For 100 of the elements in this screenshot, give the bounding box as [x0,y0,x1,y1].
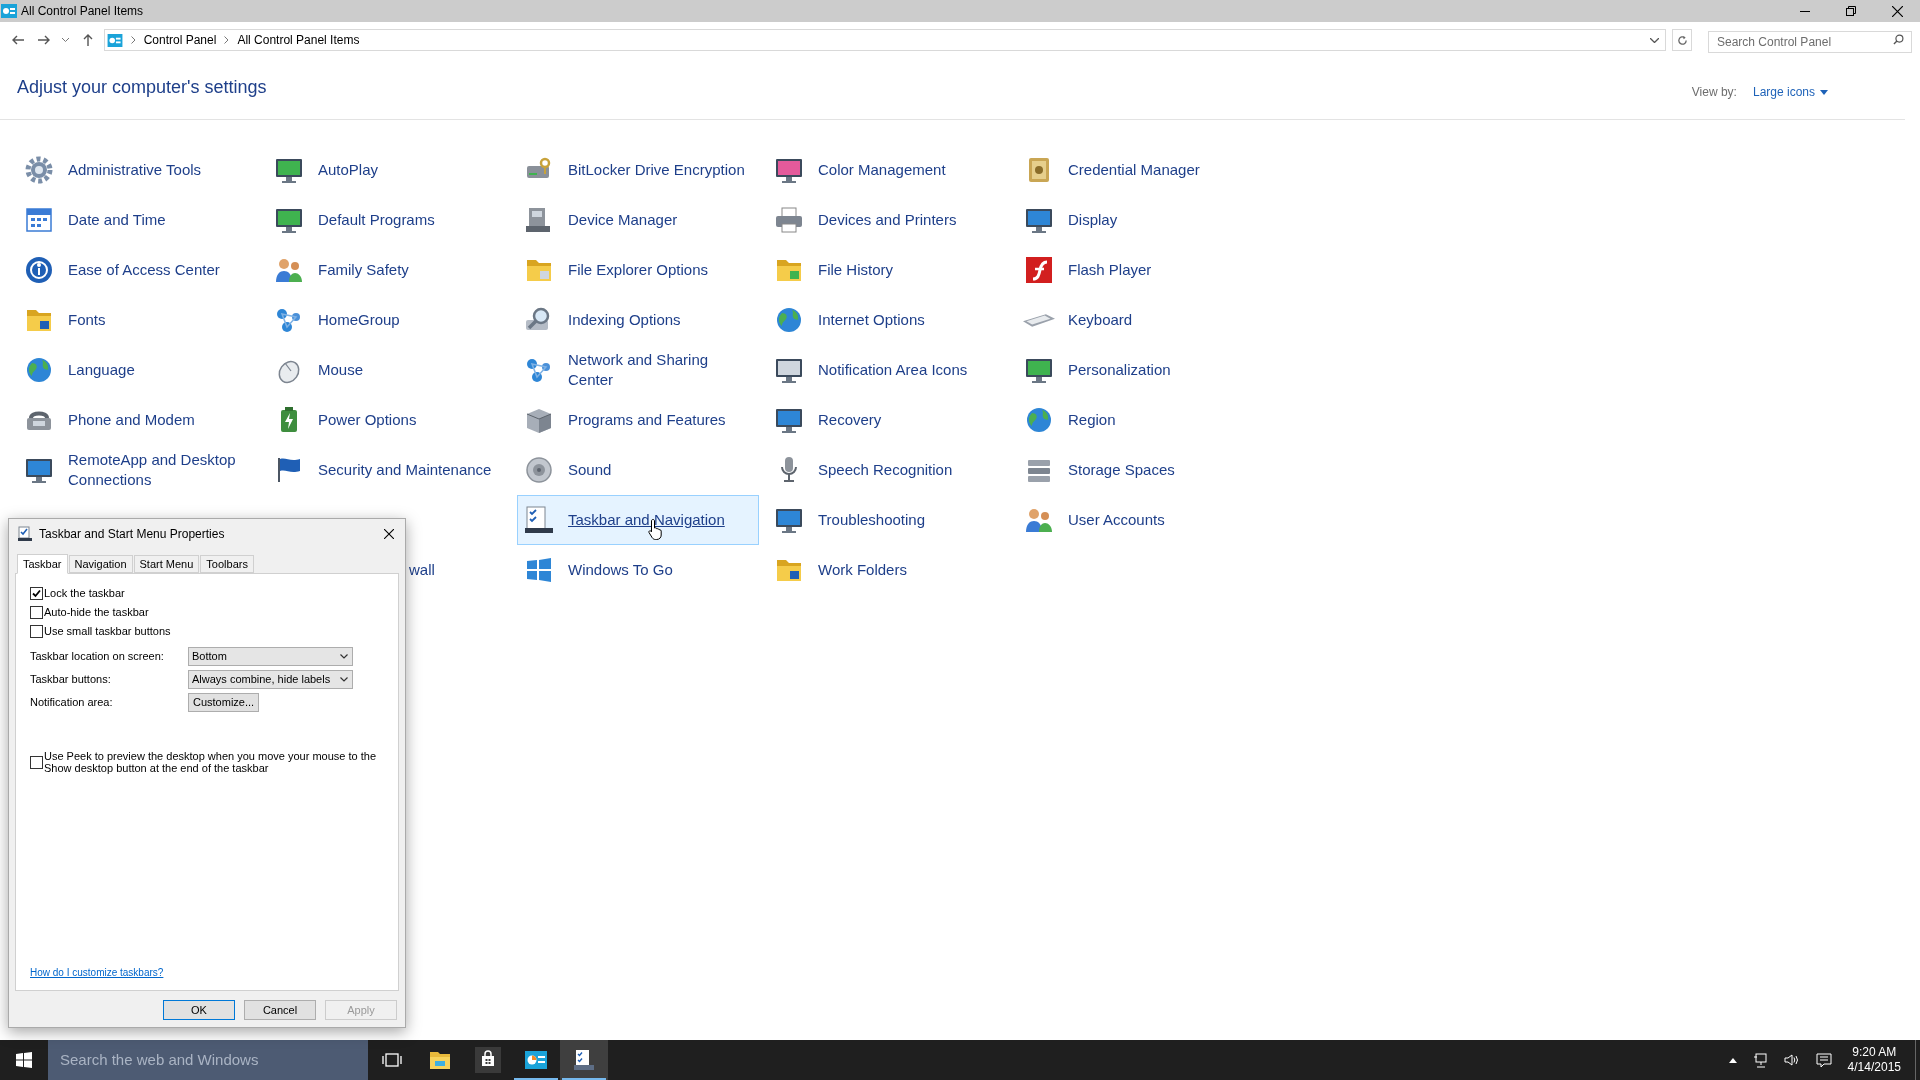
settings-item-link[interactable]: Color Management [767,145,1009,195]
printer-icon [773,204,805,236]
settings-item-link[interactable]: Speech Recognition [767,445,1009,495]
chevron-down-icon [340,677,348,682]
settings-item-link[interactable]: Sound [517,445,759,495]
settings-item-link[interactable]: Phone and Modem [17,395,259,445]
settings-item-link[interactable]: BitLocker Drive Encryption [517,145,759,195]
settings-item-link[interactable]: AutoPlay [267,145,509,195]
settings-item-link[interactable]: Windows To Go [517,545,759,595]
restore-icon [1846,6,1856,16]
settings-item-link[interactable]: Keyboard [1017,295,1259,345]
settings-item-link[interactable]: Flash Player [1017,245,1259,295]
settings-item-link[interactable]: Display [1017,195,1259,245]
checklist-icon [573,1049,595,1071]
control-panel-icon [525,1051,547,1069]
volume-icon[interactable] [1783,1053,1800,1067]
window-title: All Control Panel Items [21,3,144,20]
checkbox[interactable] [30,587,43,600]
control-panel-icon [106,33,123,47]
dialog-button[interactable]: Cancel [244,1000,316,1020]
taskbar-app-button[interactable] [560,1040,608,1080]
speaker-icon [523,454,555,486]
settings-item-link[interactable]: Default Programs [267,195,509,245]
dialog-button[interactable]: OK [163,1000,235,1020]
dropdown-field[interactable]: Bottom [188,647,353,666]
notification-icon[interactable] [1815,1052,1832,1068]
shopping-bag-icon [475,1047,501,1073]
settings-item-link[interactable]: Personalization [1017,345,1259,395]
checkbox-label: Lock the taskbar [44,586,125,602]
settings-item-link[interactable]: Taskbar and Navigation [517,495,759,545]
settings-item-link[interactable]: File Explorer Options [517,245,759,295]
minimize-icon [1800,10,1810,12]
settings-item-link[interactable]: Security and Maintenance [267,445,509,495]
settings-item-link[interactable]: Recovery [767,395,1009,445]
view-by-dropdown[interactable]: Large icons [1752,83,1828,101]
refresh-icon [1676,34,1688,46]
checkbox-label: Use Peek to preview the desktop when you move your mouse to the Show desktop button at the end of the taskbar [44,750,377,774]
dropdown-chevron-icon[interactable] [1650,37,1660,43]
settings-item-link[interactable]: Devices and Printers [767,195,1009,245]
flash-icon [1023,254,1055,286]
search-field[interactable]: Search Control Panel [1708,31,1912,53]
address-bar[interactable]: Control Panel All Control Panel Items [103,29,1667,51]
dialog-tab[interactable]: Toolbars [200,555,254,573]
close-icon [384,529,394,539]
back-arrow-icon [11,35,24,45]
checkbox[interactable] [30,625,43,638]
dialog-tab[interactable]: Start Menu [133,555,200,573]
settings-item-link[interactable]: Family Safety [267,245,509,295]
breadcrumb-link[interactable]: Control Panel [143,31,217,49]
checkbox-label: Auto-hide the taskbar [44,605,149,621]
taskbar-clock[interactable]: 9:20 AM 4/14/2015 [1843,1040,1915,1080]
settings-item-link[interactable]: File History [767,245,1009,295]
settings-item-link[interactable]: Administrative Tools [17,145,259,195]
dropdown-field[interactable]: Always combine, hide labels [188,670,353,689]
network-icon[interactable] [1752,1052,1768,1068]
view-by-label: View by: [1691,84,1737,101]
settings-item-link[interactable]: Network and Sharing Center [517,345,759,395]
settings-item-link[interactable]: Work Folders [767,545,1009,595]
customize-button[interactable]: Customize... [188,693,260,712]
settings-item-link[interactable]: Date and Time [17,195,259,245]
close-button[interactable] [381,526,397,542]
show-hidden-icons-icon[interactable] [1728,1057,1737,1063]
settings-item-link[interactable]: Notification Area Icons [767,345,1009,395]
settings-item-link[interactable]: Language [17,345,259,395]
checklist-icon [523,504,555,536]
settings-item-link[interactable]: Programs and Features [517,395,759,445]
checkbox[interactable] [30,606,43,619]
control-panel-icon [1,4,17,18]
settings-item-link[interactable]: Credential Manager [1017,145,1259,195]
settings-item-link[interactable]: Internet Options [767,295,1009,345]
settings-item-link[interactable]: HomeGroup [267,295,509,345]
checklist-icon [17,526,33,542]
settings-item-link[interactable]: Fonts [17,295,259,345]
refresh-button[interactable] [1672,29,1692,51]
field-label: Taskbar location on screen: [30,649,165,665]
breadcrumb-separator-icon [130,36,136,44]
settings-item-link[interactable]: Troubleshooting [767,495,1009,545]
settings-item-link[interactable]: Storage Spaces [1017,445,1259,495]
settings-item-link[interactable]: Mouse [267,345,509,395]
settings-item-link[interactable]: Region [1017,395,1259,445]
dialog-tab[interactable]: Navigation [68,555,133,573]
close-icon [1891,5,1903,17]
checkbox-label: Use small taskbar buttons [44,624,171,640]
breadcrumb-separator-icon [224,36,230,44]
dialog-tab[interactable]: Taskbar [17,554,68,574]
help-link[interactable]: How do I customize taskbars? [30,965,164,980]
settings-item-link[interactable]: Ease of Access Center [17,245,259,295]
forward-arrow-icon [37,35,50,45]
checkbox[interactable] [30,755,43,769]
folder-icon [429,1050,451,1070]
taskbar-search-field[interactable]: Search the web and Windows [48,1040,368,1080]
settings-item-link[interactable]: User Accounts [1017,495,1259,545]
search-icon [1893,34,1904,45]
task-view-icon [382,1053,402,1067]
settings-item-link[interactable]: Indexing Options [517,295,759,345]
settings-item-link[interactable]: Power Options [267,395,509,445]
breadcrumb-link[interactable]: All Control Panel Items [237,31,360,49]
keyboard-icon [1023,312,1055,328]
settings-item-link[interactable]: Device Manager [517,195,759,245]
settings-item-link[interactable]: RemoteApp and Desktop Connections [17,445,259,495]
